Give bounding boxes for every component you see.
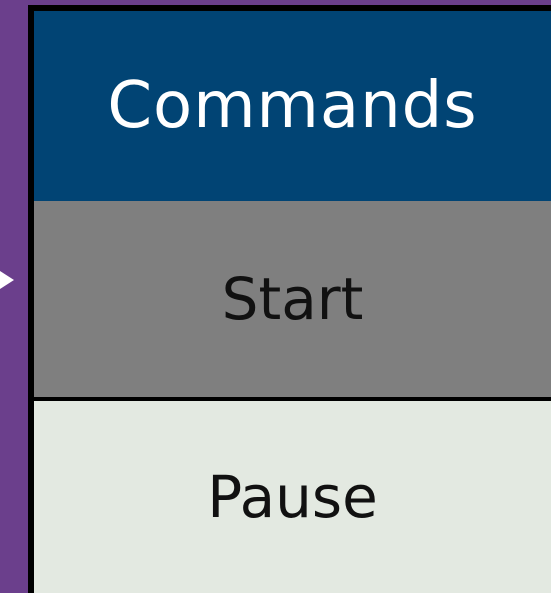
command-pause-label: Pause: [207, 463, 378, 531]
command-pause-button[interactable]: Pause: [34, 401, 551, 593]
commands-header: Commands: [34, 11, 551, 201]
screen: Commands Start Pause: [0, 0, 551, 593]
command-start-label: Start: [221, 265, 364, 333]
commands-panel: Commands Start Pause: [28, 5, 551, 593]
command-start-button[interactable]: Start: [34, 201, 551, 397]
commands-header-label: Commands: [107, 69, 478, 143]
selection-pointer-icon: [0, 271, 14, 289]
